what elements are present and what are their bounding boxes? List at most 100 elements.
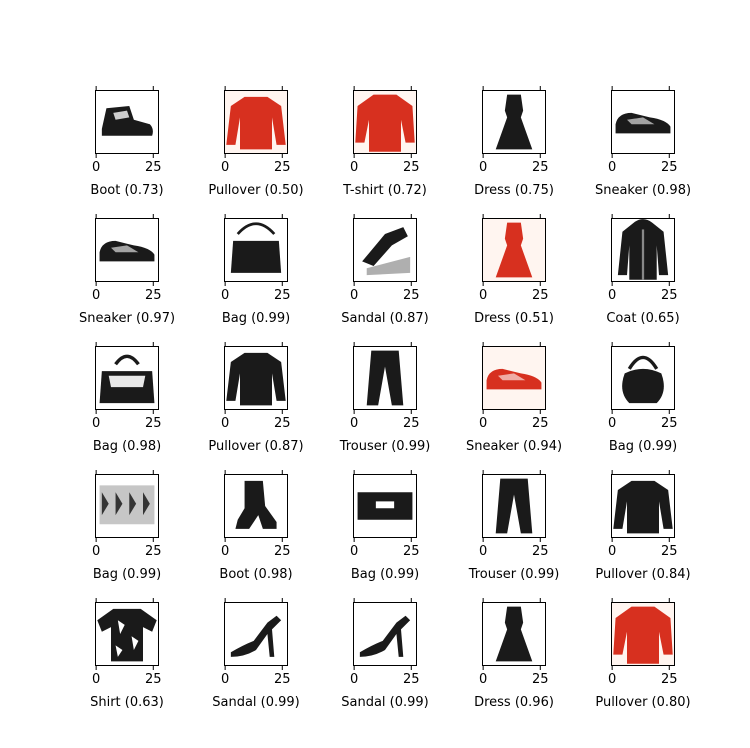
x-tick-label: 0 [608,288,616,303]
x-tick-label: 25 [403,160,420,175]
x-tick-label: 0 [350,544,358,559]
x-tick-label: 25 [274,672,291,687]
subplot: 0 25 Pullover (0.50) [208,86,304,198]
image-caption: Bag (0.98) [93,439,161,454]
subplot: 0 25 T-shirt (0.72) [342,86,427,198]
image-caption: Boot (0.98) [219,567,292,582]
subplot: 0 25 Bag (0.98) [92,342,162,454]
pullover-icon [226,352,286,406]
x-tick-label: 0 [221,544,229,559]
image-caption: Bag (0.99) [609,439,677,454]
x-tick-label: 0 [608,416,616,431]
image-caption: Pullover (0.87) [208,439,303,454]
subplot: 0 25 Dress (0.51) [474,214,554,326]
x-tick-label: 25 [145,288,162,303]
subplot: 0 25 Coat (0.65) [606,214,680,326]
image-caption: Pullover (0.50) [208,183,303,198]
image-caption: Sneaker (0.98) [595,183,691,198]
x-tick-label: 25 [145,416,162,431]
x-tick-label: 25 [145,672,162,687]
subplot: 0 25 Trouser (0.99) [468,470,560,582]
subplot: 0 25 Dress (0.75) [474,86,554,198]
x-tick-label: 25 [532,416,549,431]
x-tick-label: 25 [274,416,291,431]
x-tick-label: 25 [403,672,420,687]
image-caption: Pullover (0.80) [595,695,690,710]
image-caption: Trouser (0.99) [468,567,560,582]
x-tick-label: 25 [532,288,549,303]
subplot: 0 25 Pullover (0.84) [595,470,691,582]
x-tick-label: 0 [221,416,229,431]
x-tick-label: 0 [92,288,100,303]
image-caption: Sneaker (0.94) [466,439,562,454]
image-caption: Coat (0.65) [606,311,679,326]
subplot: 0 25 Sneaker (0.94) [466,342,562,454]
subplot: 0 25 Bag (0.99) [608,342,678,454]
image-caption: Dress (0.96) [474,695,554,710]
x-tick-label: 25 [532,160,549,175]
x-tick-label: 0 [221,672,229,687]
x-tick-label: 25 [661,288,678,303]
x-tick-label: 0 [608,160,616,175]
x-tick-label: 0 [608,544,616,559]
image-caption: Sneaker (0.97) [79,311,175,326]
x-tick-label: 0 [608,672,616,687]
x-tick-label: 25 [661,416,678,431]
subplot: 0 25 Sandal (0.99) [212,598,300,710]
x-tick-label: 25 [403,544,420,559]
x-tick-label: 25 [661,672,678,687]
x-tick-label: 0 [350,288,358,303]
x-tick-label: 25 [532,544,549,559]
x-tick-label: 0 [92,416,100,431]
x-tick-label: 25 [661,544,678,559]
x-tick-label: 0 [350,160,358,175]
x-tick-label: 25 [274,288,291,303]
image-caption: Sandal (0.87) [341,311,429,326]
x-tick-label: 0 [479,544,487,559]
image-caption: Dress (0.51) [474,311,554,326]
x-tick-label: 0 [92,544,100,559]
subplot: 0 25 Sneaker (0.97) [79,214,175,326]
x-tick-label: 25 [274,160,291,175]
x-tick-label: 0 [479,416,487,431]
x-tick-label: 0 [479,672,487,687]
image-caption: Bag (0.99) [222,311,290,326]
x-tick-label: 25 [274,544,291,559]
x-tick-label: 25 [661,160,678,175]
subplot: 0 25 Bag (0.99) [92,470,162,582]
subplot: 0 25 Sandal (0.87) [341,214,429,326]
image-caption: Shirt (0.63) [90,695,164,710]
subplot: 0 25 Pullover (0.80) [595,598,691,710]
image-caption: Pullover (0.84) [595,567,690,582]
x-tick-label: 25 [532,672,549,687]
x-tick-label: 0 [92,672,100,687]
image-caption: T-shirt (0.72) [342,183,427,198]
image-caption: Bag (0.99) [93,567,161,582]
x-tick-label: 25 [403,416,420,431]
clutch-icon [357,492,413,520]
subplot: 0 25 Dress (0.96) [474,598,554,710]
subplot: 0 25 Pullover (0.87) [208,342,304,454]
subplot: 0 25 Sandal (0.99) [341,598,429,710]
subplot: 0 25 Trouser (0.99) [339,342,431,454]
subplot: 0 25 Boot (0.98) [219,470,293,582]
image-caption: Boot (0.73) [90,183,163,198]
subplot: 0 25 Bag (0.99) [221,214,291,326]
image-grid-figure: 0 25 Boot (0.73) 0 25 Pullover (0.50) 0 25 T-shi… [79,86,691,710]
x-tick-label: 25 [145,544,162,559]
x-tick-label: 0 [479,288,487,303]
subplot: 0 25 Boot (0.73) [90,86,164,198]
image-caption: Trouser (0.99) [339,439,431,454]
pullover-icon [613,480,673,534]
image-caption: Dress (0.75) [474,183,554,198]
pattern-bag-icon [99,485,155,525]
x-tick-label: 0 [221,288,229,303]
subplot: 0 25 Sneaker (0.98) [595,86,691,198]
image-caption: Sandal (0.99) [341,695,429,710]
subplot: 0 25 Bag (0.99) [350,470,420,582]
x-tick-label: 0 [350,416,358,431]
x-tick-label: 25 [403,288,420,303]
subplot: 0 25 Shirt (0.63) [90,598,164,710]
x-tick-label: 0 [92,160,100,175]
x-tick-label: 0 [221,160,229,175]
